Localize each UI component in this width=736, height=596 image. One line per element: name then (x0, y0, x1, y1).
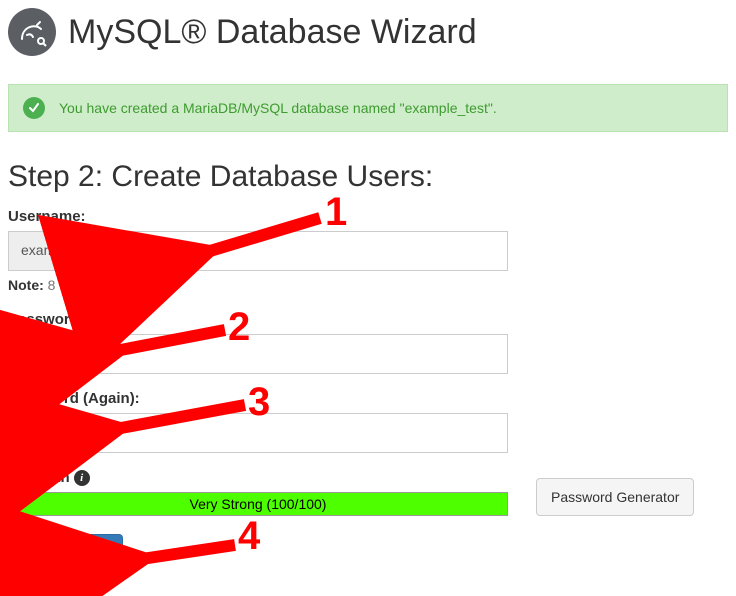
mysql-icon (8, 8, 56, 56)
password-label: Password: (8, 311, 728, 328)
password-input[interactable] (8, 334, 508, 374)
annotation-4: 4 (238, 514, 260, 559)
info-icon[interactable]: i (74, 470, 90, 486)
step-heading: Step 2: Create Database Users: (8, 160, 728, 194)
username-note: Note: 8 characters max. (8, 277, 728, 293)
strength-label: Strength i (8, 469, 508, 486)
note-prefix: Note: (8, 277, 44, 293)
password-again-input[interactable] (8, 413, 508, 453)
password-again-label: Password (Again): (8, 390, 728, 407)
note-text: 8 characters max. (44, 277, 159, 293)
username-prefix: example_ (8, 231, 94, 271)
success-alert: You have created a MariaDB/MySQL databas… (8, 84, 728, 132)
check-icon (23, 97, 45, 119)
username-label: Username: (8, 208, 728, 225)
alert-text: You have created a MariaDB/MySQL databas… (59, 100, 497, 116)
username-input-group: example_ (8, 231, 508, 271)
strength-meter: Very Strong (100/100) (8, 492, 508, 516)
create-user-button[interactable]: Create User (8, 534, 123, 573)
strength-label-text: Strength (8, 469, 70, 486)
username-input[interactable] (94, 231, 508, 271)
page-title: MySQL® Database Wizard (68, 13, 477, 52)
password-generator-button[interactable]: Password Generator (536, 478, 694, 516)
app-header: MySQL® Database Wizard (8, 8, 728, 56)
